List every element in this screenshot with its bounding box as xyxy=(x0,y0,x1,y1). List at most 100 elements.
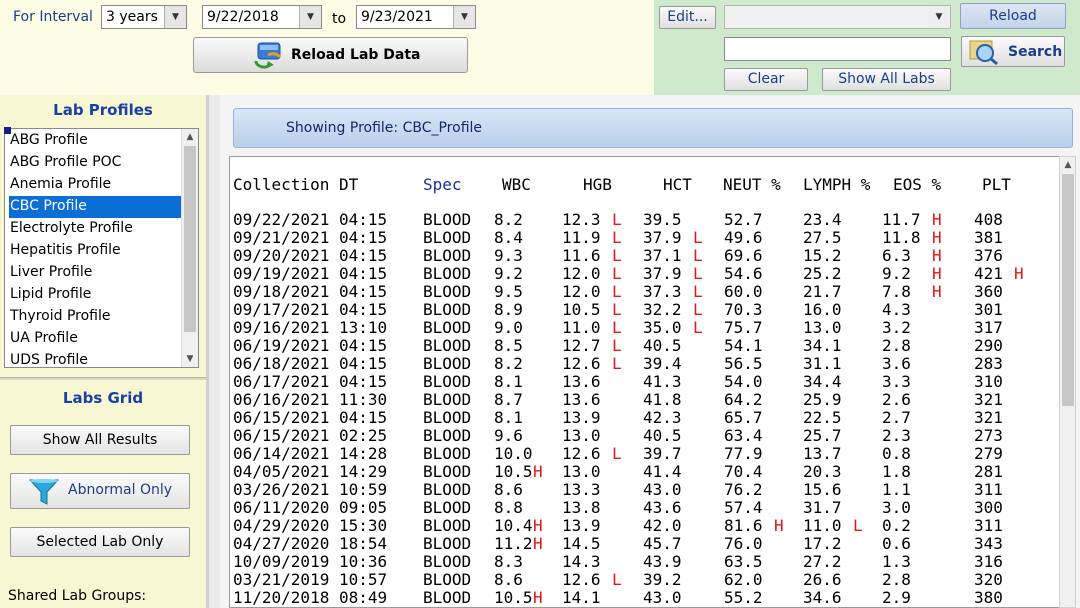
scrollbar-thumb[interactable] xyxy=(184,146,196,332)
cell-plt: 408 xyxy=(974,210,1003,229)
table-row[interactable]: 09/17/2021 04:15 BLOOD 8.9 10.5 L 32.2 L 70.3 16… xyxy=(230,300,1059,319)
cell-dt: 06/16/2021 11:30 xyxy=(233,390,388,409)
cell-eos: 1.3 xyxy=(882,552,911,571)
scrollbar-thumb[interactable] xyxy=(1062,174,1074,406)
interval-select[interactable]: 3 years ▼ xyxy=(101,5,187,29)
cell-lymph: 27.2 xyxy=(803,552,842,571)
cell-neut: 49.6 xyxy=(724,228,763,247)
profile-item-liver[interactable]: Liver Profile xyxy=(9,262,184,284)
show-all-results-button[interactable]: Show All Results xyxy=(10,425,190,455)
table-row[interactable]: 09/16/2021 13:10 BLOOD 9.0 11.0 L 35.0 L 75.7 13… xyxy=(230,318,1059,337)
to-date-picker[interactable]: 9/23/2021 ▼ xyxy=(356,5,476,29)
profile-item-electrolyte[interactable]: Electrolyte Profile xyxy=(9,218,184,240)
table-row[interactable]: 06/15/2021 04:15 BLOOD 8.1 13.9 42.3 65.7 22.5… xyxy=(230,408,1059,427)
table-row[interactable]: 11/20/2018 08:49 BLOOD 10.5 H 14.1 43.0 55.2 34… xyxy=(230,588,1059,607)
scroll-up-icon[interactable]: ▲ xyxy=(1060,157,1076,173)
abnormal-flag: H xyxy=(774,516,784,535)
table-row[interactable]: 06/16/2021 11:30 BLOOD 8.7 13.6 41.8 64.2 25.9… xyxy=(230,390,1059,409)
table-row[interactable]: 09/19/2021 04:15 BLOOD 9.2 12.0 L 37.9 L 54.6 25… xyxy=(230,264,1059,283)
selected-lab-only-button[interactable]: Selected Lab Only xyxy=(10,527,190,557)
chevron-down-icon[interactable]: ▼ xyxy=(453,6,475,28)
abnormal-flag: H xyxy=(1014,264,1024,283)
search-button[interactable]: Search xyxy=(961,36,1065,67)
scroll-up-icon[interactable]: ▲ xyxy=(182,129,198,145)
table-row[interactable]: 06/15/2021 02:25 BLOOD 9.6 13.0 40.5 63.4 25.7… xyxy=(230,426,1059,445)
abnormal-only-button[interactable]: Abnormal Only xyxy=(10,473,190,509)
profile-item-abg-poc[interactable]: ABG Profile POC xyxy=(9,152,184,174)
reload-button[interactable]: Reload xyxy=(960,3,1066,29)
chevron-down-icon[interactable]: ▼ xyxy=(164,6,186,28)
cell-plt: 273 xyxy=(974,426,1003,445)
cell-plt: 421 xyxy=(974,264,1003,283)
cell-eos: 2.8 xyxy=(882,336,911,355)
cell-spec: BLOOD xyxy=(423,516,472,535)
abnormal-flag: L xyxy=(612,210,622,229)
table-row[interactable]: 09/22/2021 04:15 BLOOD 8.2 12.3 L 39.5 52.7 23.… xyxy=(230,210,1059,229)
profile-select[interactable]: ▼ xyxy=(724,5,951,29)
reload-lab-data-button[interactable]: Reload Lab Data xyxy=(193,37,468,73)
table-row[interactable]: 06/19/2021 04:15 BLOOD 8.5 12.7 L 40.5 54.1 34.… xyxy=(230,336,1059,355)
cell-plt: 380 xyxy=(974,588,1003,607)
profile-item-lipid[interactable]: Lipid Profile xyxy=(9,284,184,306)
table-row[interactable]: 04/29/2020 15:30 BLOOD 10.4 H 13.9 42.0 81.6 H 1… xyxy=(230,516,1059,535)
cell-neut: 54.6 xyxy=(724,264,763,283)
profile-item-anemia[interactable]: Anemia Profile xyxy=(9,174,184,196)
show-all-labs-button[interactable]: Show All Labs xyxy=(822,68,951,91)
cell-hgb: 11.0 xyxy=(562,318,601,337)
cell-wbc: 8.1 xyxy=(494,372,523,391)
chevron-down-icon[interactable]: ▼ xyxy=(299,6,321,28)
cell-neut: 70.3 xyxy=(724,300,763,319)
profile-item-cbc[interactable]: CBC Profile xyxy=(9,196,184,218)
cell-plt: 281 xyxy=(974,462,1003,481)
lab-profiles-list[interactable]: ABG Profile ABG Profile POC Anemia Profi… xyxy=(4,128,199,368)
results-scrollbar[interactable]: ▲ xyxy=(1059,156,1076,608)
profile-list-scrollbar[interactable]: ▲ ▼ xyxy=(181,129,198,367)
cell-hct: 43.0 xyxy=(643,480,682,499)
table-row[interactable]: 09/18/2021 04:15 BLOOD 9.5 12.0 L 37.3 L 60.0 21… xyxy=(230,282,1059,301)
table-row[interactable]: 10/09/2019 10:36 BLOOD 8.3 14.3 43.9 63.5 27.2… xyxy=(230,552,1059,571)
cell-spec: BLOOD xyxy=(423,390,472,409)
lab-results-table[interactable]: Collection DT Spec WBC HGB HCT NEUT % LY… xyxy=(229,156,1059,608)
abnormal-flag: L xyxy=(612,228,622,247)
cell-plt: 300 xyxy=(974,498,1003,517)
table-row[interactable]: 03/26/2021 10:59 BLOOD 8.6 13.3 43.0 76.2 15.6… xyxy=(230,480,1059,499)
table-row[interactable]: 03/21/2019 10:57 BLOOD 8.6 12.6 L 39.2 62.0 26.… xyxy=(230,570,1059,589)
table-row[interactable]: 04/27/2020 18:54 BLOOD 11.2 H 14.5 45.7 76.0 17… xyxy=(230,534,1059,553)
sidebar-divider[interactable] xyxy=(0,377,206,380)
chevron-down-icon[interactable]: ▼ xyxy=(928,6,950,28)
profile-item-hepatitis[interactable]: Hepatitis Profile xyxy=(9,240,184,262)
cell-hgb: 13.6 xyxy=(562,372,601,391)
table-row[interactable]: 06/18/2021 04:15 BLOOD 8.2 12.6 L 39.4 56.5 31.… xyxy=(230,354,1059,373)
cell-hgb: 13.9 xyxy=(562,408,601,427)
cell-eos: 0.8 xyxy=(882,444,911,463)
cell-wbc: 8.5 xyxy=(494,336,523,355)
profile-item-ua[interactable]: UA Profile xyxy=(9,328,184,350)
reload-label: Reload xyxy=(989,8,1037,24)
cell-hct: 37.1 xyxy=(643,246,682,265)
cell-hgb: 11.9 xyxy=(562,228,601,247)
clear-button[interactable]: Clear xyxy=(724,68,808,91)
search-input[interactable] xyxy=(724,37,951,61)
profile-item-thyroid[interactable]: Thyroid Profile xyxy=(9,306,184,328)
panel-splitter[interactable] xyxy=(206,95,220,608)
edit-button[interactable]: Edit... xyxy=(659,6,716,29)
cell-wbc: 8.2 xyxy=(494,354,523,373)
table-row[interactable]: 09/20/2021 04:15 BLOOD 9.3 11.6 L 37.1 L 69.6 15… xyxy=(230,246,1059,265)
cell-plt: 343 xyxy=(974,534,1003,553)
cell-neut: 63.5 xyxy=(724,552,763,571)
cell-plt: 283 xyxy=(974,354,1003,373)
table-row[interactable]: 06/14/2021 14:28 BLOOD 10.0 12.6 L 39.7 77.9 13… xyxy=(230,444,1059,463)
cell-eos: 3.3 xyxy=(882,372,911,391)
table-row[interactable]: 09/21/2021 04:15 BLOOD 8.4 11.9 L 37.9 L 49.6 27… xyxy=(230,228,1059,247)
table-row[interactable]: 06/17/2021 04:15 BLOOD 8.1 13.6 41.3 54.0 34.4… xyxy=(230,372,1059,391)
profile-item-abg[interactable]: ABG Profile xyxy=(9,130,184,152)
cell-lymph: 25.2 xyxy=(803,264,842,283)
cell-eos: 0.6 xyxy=(882,534,911,553)
table-row[interactable]: 06/11/2020 09:05 BLOOD 8.8 13.8 43.6 57.4 31.7… xyxy=(230,498,1059,517)
col-header-hgb: HGB xyxy=(583,175,612,194)
table-row[interactable]: 04/05/2021 14:29 BLOOD 10.5 H 13.0 41.4 70.4 20… xyxy=(230,462,1059,481)
cell-wbc: 8.9 xyxy=(494,300,523,319)
profile-item-uds[interactable]: UDS Profile xyxy=(9,350,184,367)
from-date-picker[interactable]: 9/22/2018 ▼ xyxy=(202,5,322,29)
scroll-down-icon[interactable]: ▼ xyxy=(182,351,198,367)
